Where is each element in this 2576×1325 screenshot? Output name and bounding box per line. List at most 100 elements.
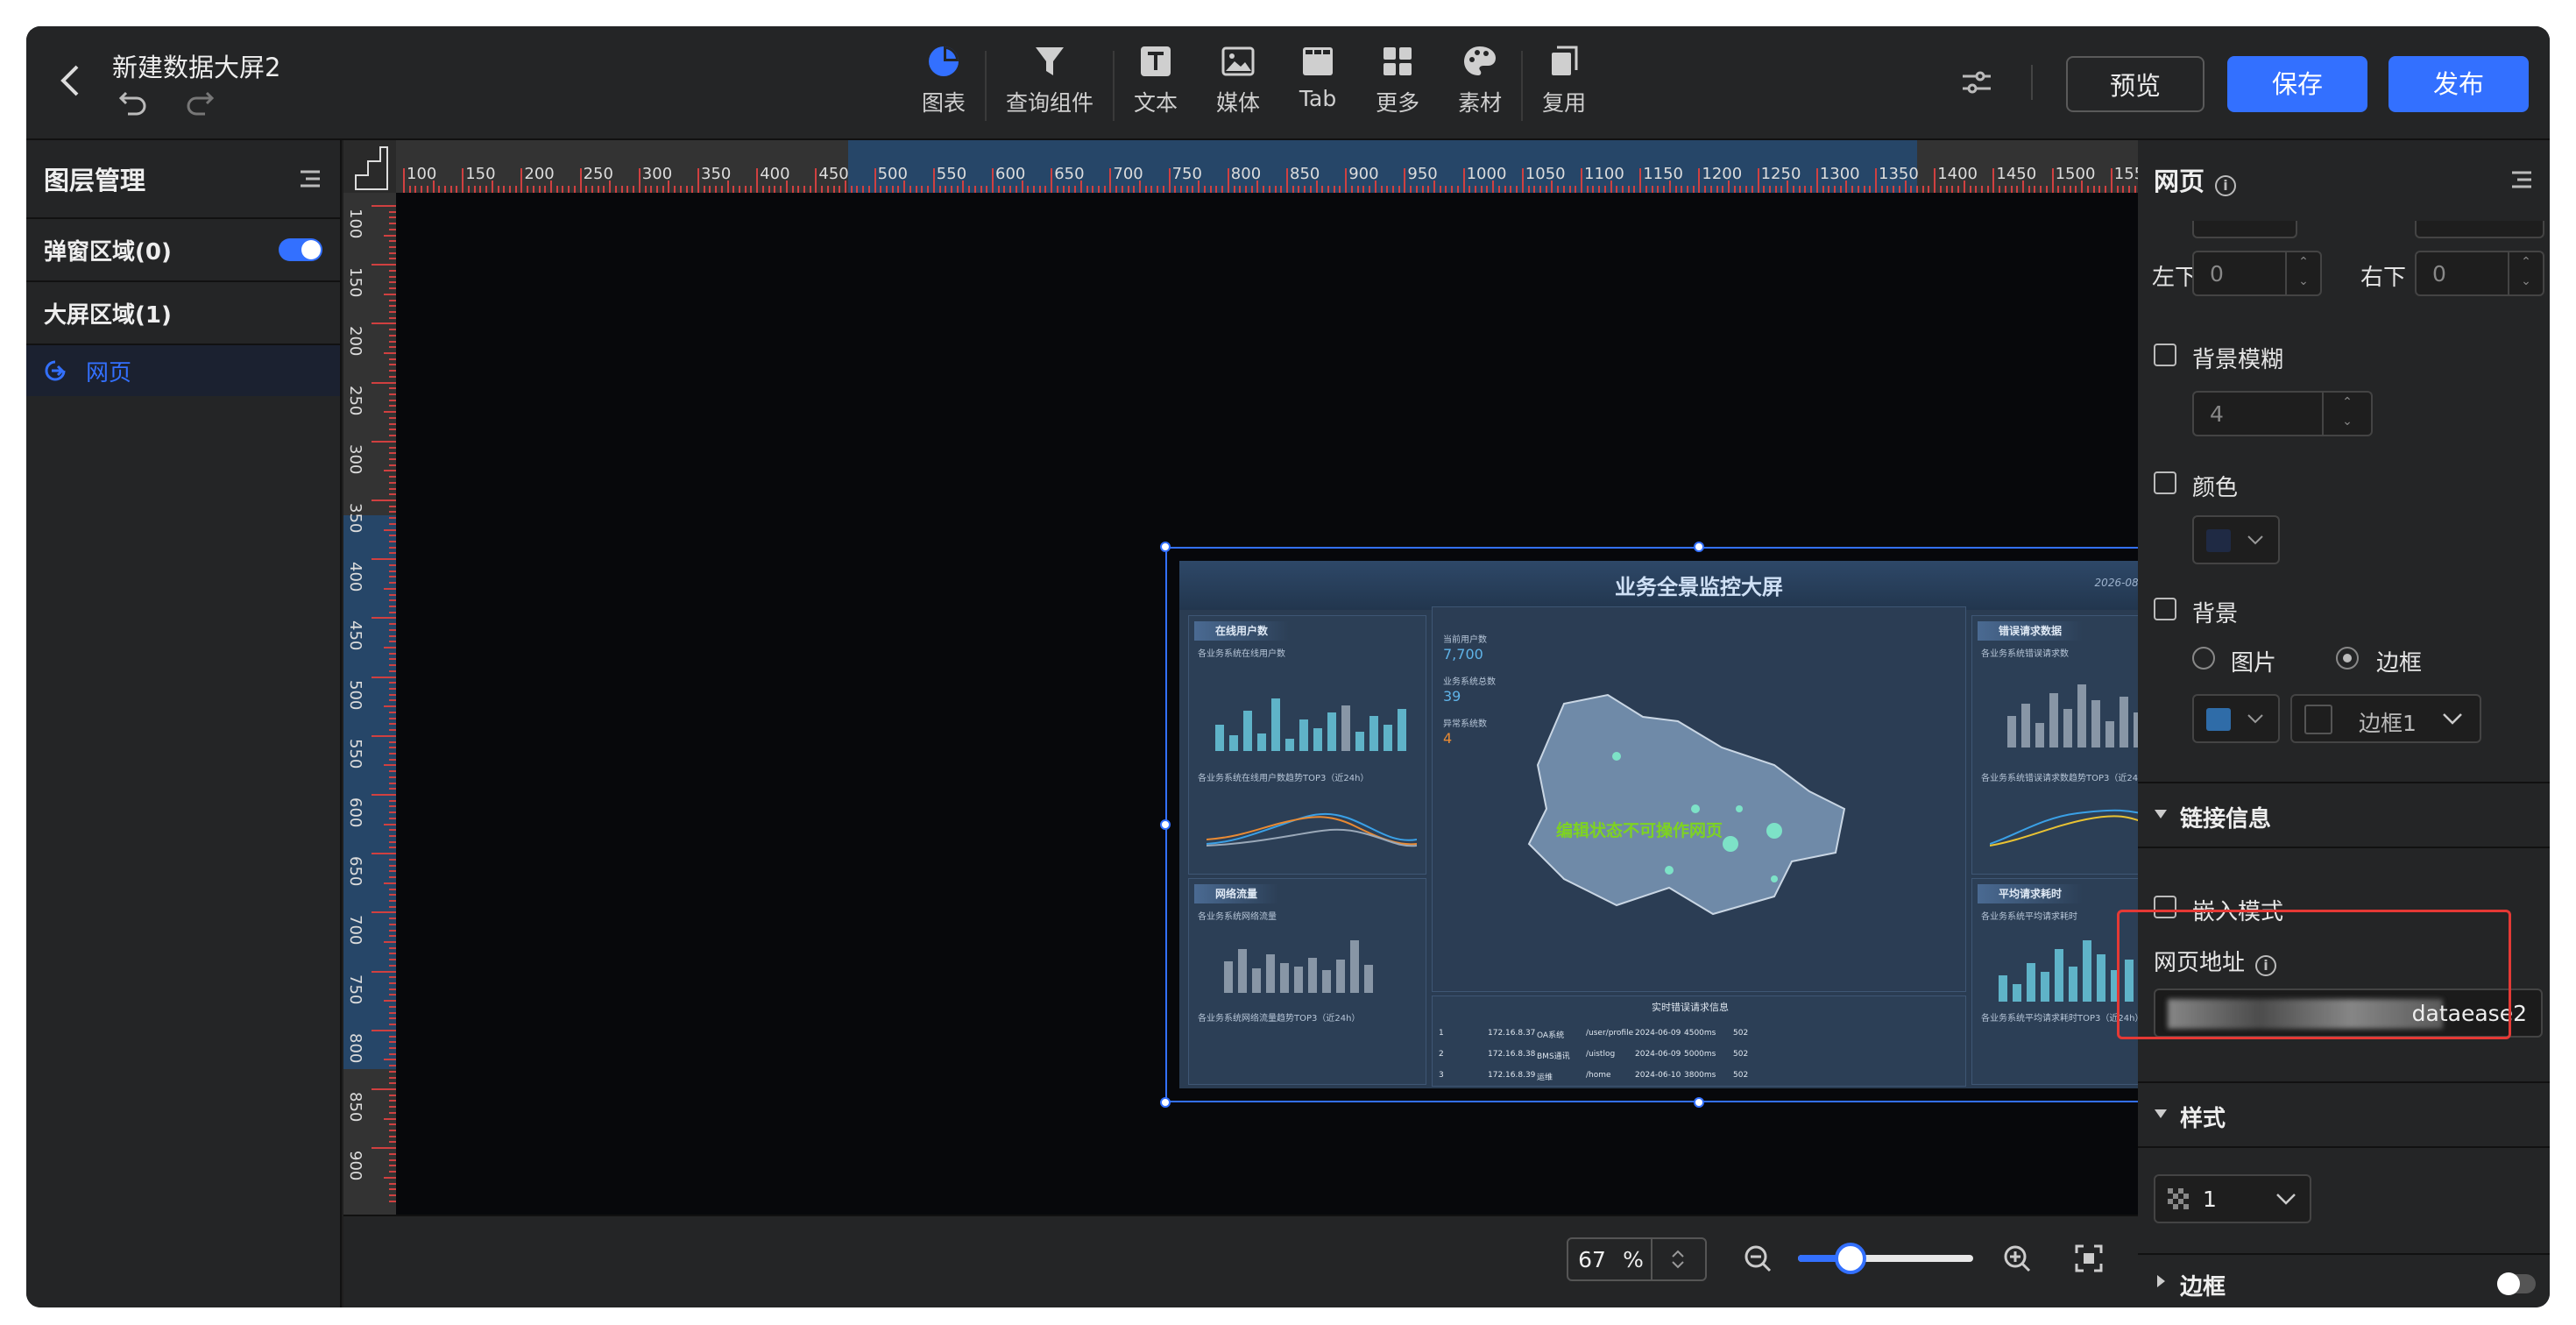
border-preview — [2304, 705, 2332, 734]
vertical-ruler[interactable]: 100 150 200 250 300 350 400 450 500 550 600 650 700 7… — [343, 193, 396, 1215]
ruler-tick — [389, 652, 396, 655]
canvas-area[interactable]: 100 150 200 250 300 350 400 450 500 550 600 650 700 7… — [343, 140, 2238, 1215]
bottom-left-radius-value[interactable]: 0 — [2210, 261, 2224, 287]
border-toggle[interactable] — [2497, 1272, 2536, 1295]
ruler-tick — [1751, 186, 1753, 193]
background-image-radio[interactable] — [2192, 647, 2215, 670]
ruler-tick-label: 1450 — [1996, 165, 2037, 183]
ruler-tick-label: 1400 — [1937, 165, 1978, 183]
palette-icon — [1464, 46, 1497, 75]
style-section-title: 样式 — [2180, 1106, 2226, 1132]
background-blur-checkbox[interactable] — [2154, 344, 2176, 366]
border-style-select[interactable]: 边框1 — [2290, 694, 2481, 743]
style-section-header[interactable]: 样式 — [2138, 1083, 2550, 1146]
ruler-tick — [1074, 186, 1077, 193]
tool-label: 文本 — [1134, 90, 1178, 116]
info-icon[interactable]: i — [2215, 175, 2237, 196]
screen-area-row[interactable]: 大屏区域(1) — [26, 282, 340, 345]
background-blur-input[interactable]: 4 ⌃ ⌄ — [2192, 391, 2373, 436]
popup-area-toggle[interactable] — [279, 238, 322, 261]
background-border-option: 边框 — [2376, 650, 2423, 677]
copy-icon — [1552, 46, 1578, 75]
background-checkbox[interactable] — [2154, 598, 2176, 620]
redo-icon[interactable] — [184, 89, 216, 125]
undo-icon[interactable] — [117, 89, 149, 125]
chevron-down-icon[interactable] — [1671, 1259, 1685, 1270]
tool-material[interactable]: 素材 — [1439, 42, 1521, 117]
ruler-tick — [1916, 186, 1919, 193]
ruler-tick — [1586, 186, 1589, 193]
ruler-tick — [389, 275, 396, 278]
resize-handle[interactable] — [1694, 1097, 1704, 1108]
ruler-tick — [1486, 186, 1489, 193]
panel-map: 当前用户数 7,700 业务系统总数 39 异常系统数 4 — [1432, 606, 1966, 992]
back-icon[interactable] — [58, 61, 93, 103]
stat-systems-label: 业务系统总数 — [1443, 677, 1496, 687]
tool-tab[interactable]: Tab — [1279, 42, 1356, 111]
top-right-radius-input[interactable] — [2415, 221, 2544, 238]
ruler-tick — [1828, 186, 1830, 193]
background-color-picker[interactable] — [2192, 694, 2280, 743]
tool-more[interactable]: 更多 — [1356, 42, 1439, 117]
preview-button[interactable]: 预览 — [2066, 56, 2204, 112]
bottom-right-radius-input[interactable]: 0 ⌃ ⌄ — [2415, 251, 2544, 296]
zoom-slider[interactable] — [1798, 1243, 1973, 1274]
zoom-value[interactable]: 67 — [1568, 1247, 1616, 1272]
table-cell: 2024-06-09 — [1635, 1050, 1681, 1059]
resize-handle[interactable] — [1160, 1097, 1171, 1108]
zoom-stepper[interactable] — [1651, 1239, 1703, 1279]
tool-query[interactable]: 查询组件 — [987, 42, 1113, 117]
ruler-tick — [389, 505, 396, 507]
horizontal-ruler[interactable]: 100 150 200 250 300 350 400 450 500 550 600 650 700 7… — [343, 140, 2166, 193]
bottom-left-radius-input[interactable]: 0 ⌃ ⌄ — [2192, 251, 2322, 296]
tool-reuse[interactable]: 复用 — [1523, 42, 1605, 117]
bottom-right-radius-value[interactable]: 0 — [2432, 261, 2446, 287]
tool-text[interactable]: 文本 — [1115, 42, 1197, 117]
number-stepper[interactable]: ⌃ ⌄ — [2285, 252, 2320, 294]
ruler-tick — [768, 186, 770, 193]
ruler-tick — [389, 840, 396, 843]
save-button[interactable]: 保存 — [2227, 56, 2367, 112]
zoom-out-icon[interactable] — [1742, 1243, 1773, 1274]
ruler-tick — [1992, 168, 1995, 193]
background-image-option: 图片 — [2231, 650, 2277, 677]
ruler-tick — [389, 435, 396, 437]
layer-item-webpage[interactable]: 网页 — [26, 345, 340, 396]
link-section-header[interactable]: 链接信息 — [2138, 783, 2550, 847]
background-blur-value[interactable]: 4 — [2210, 401, 2224, 427]
stat-abnormal-value: 4 — [1443, 730, 1453, 747]
tool-chart[interactable]: 图表 — [902, 42, 985, 117]
zoom-in-icon[interactable] — [2001, 1243, 2033, 1274]
zoom-slider-handle[interactable] — [1835, 1243, 1866, 1274]
zoom-input[interactable]: 67 % — [1567, 1237, 1707, 1281]
ruler-tick — [426, 186, 428, 193]
ruler-tick — [1044, 186, 1047, 193]
panel-subtitle: 各业务系统网络流量趋势TOP3（近24h） — [1198, 1014, 1361, 1024]
resize-handle[interactable] — [1694, 542, 1704, 552]
ruler-tick — [1575, 186, 1577, 193]
popup-area-row[interactable]: 弹窗区域(0) — [26, 219, 340, 282]
tool-media[interactable]: 媒体 — [1197, 42, 1279, 117]
ruler-tick — [389, 393, 396, 396]
fit-screen-icon[interactable] — [2073, 1243, 2105, 1274]
menu-list-icon[interactable] — [2509, 169, 2534, 190]
top-left-radius-input[interactable] — [2192, 221, 2297, 238]
publish-button[interactable]: 发布 — [2388, 56, 2529, 112]
color-checkbox[interactable] — [2154, 471, 2176, 494]
ruler-tick — [473, 186, 476, 193]
chevron-up-icon[interactable] — [1671, 1249, 1685, 1259]
number-stepper[interactable]: ⌃ ⌄ — [2508, 252, 2543, 294]
background-border-radio[interactable] — [2336, 647, 2359, 670]
ruler-tick — [462, 168, 464, 193]
color-picker[interactable] — [2192, 515, 2280, 564]
number-stepper[interactable]: ⌃ ⌄ — [2322, 393, 2371, 435]
settings-sliders-icon[interactable] — [1959, 65, 1994, 100]
resize-handle[interactable] — [1160, 819, 1171, 830]
resize-handle[interactable] — [1160, 542, 1171, 552]
menu-list-icon[interactable] — [298, 168, 322, 189]
ruler-tick — [389, 334, 396, 337]
border-section-header[interactable]: 边框 — [2138, 1255, 2550, 1307]
opacity-select[interactable]: 1 — [2154, 1174, 2311, 1223]
ruler-tick — [372, 264, 396, 266]
ruler-tick — [389, 1111, 396, 1114]
